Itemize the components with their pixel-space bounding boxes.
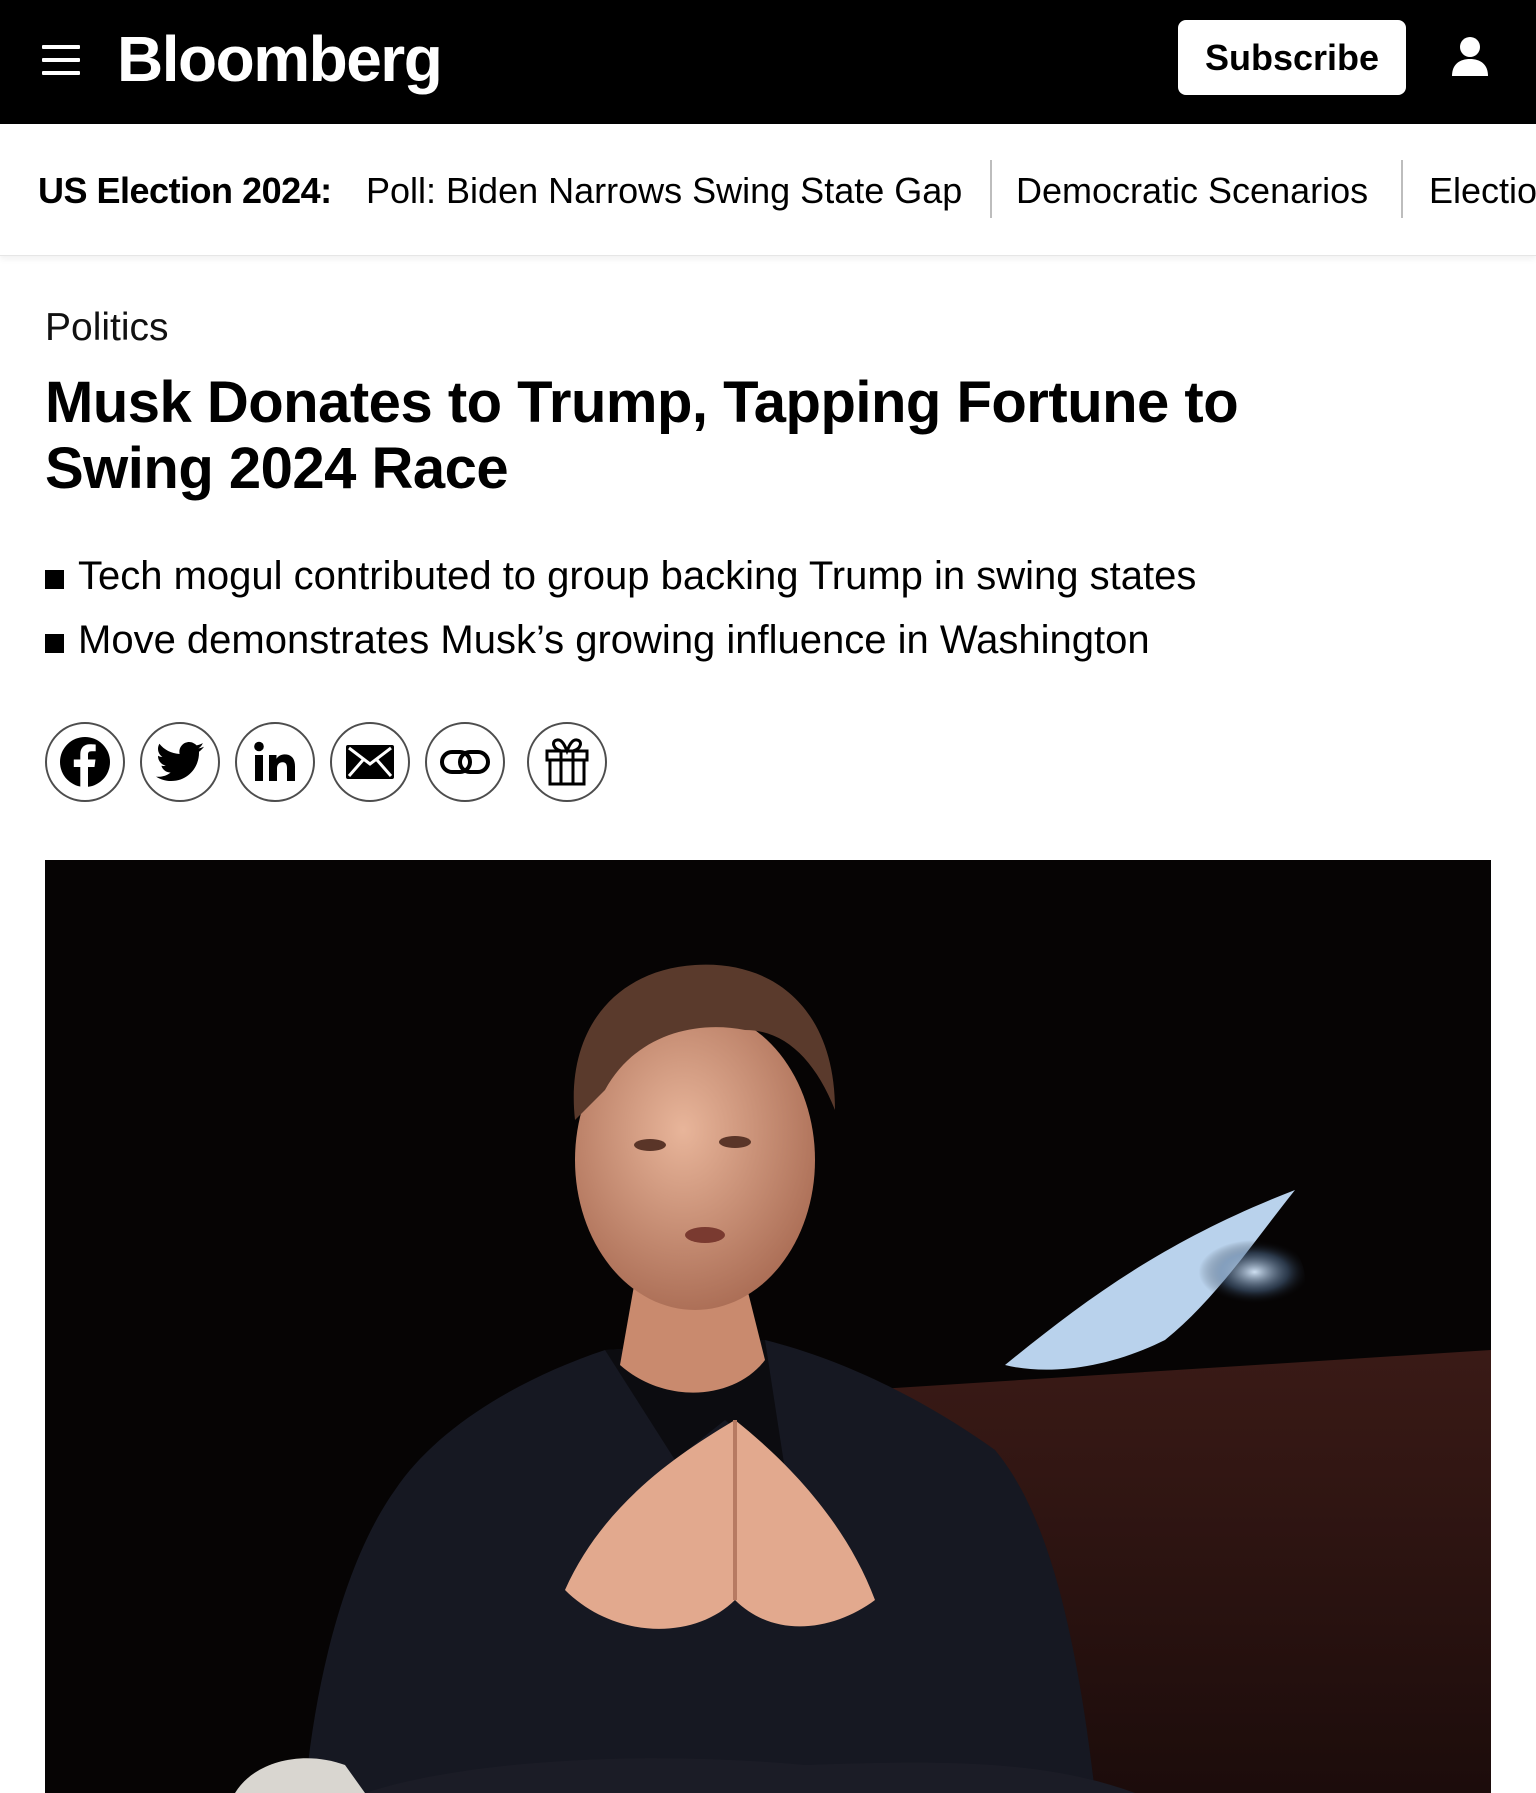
ticker-label: US Election 2024: — [38, 170, 332, 211]
gift-article-button[interactable] — [527, 722, 607, 802]
summary-bullets: Tech mogul contributed to group backing … — [45, 552, 1196, 680]
bullet-text: Tech mogul contributed to group backing … — [78, 554, 1197, 598]
section-kicker[interactable]: Politics — [45, 306, 169, 350]
account-icon[interactable] — [1450, 36, 1490, 78]
twitter-icon — [156, 742, 204, 782]
bullet-square-icon — [45, 634, 64, 653]
article-page: Bloomberg Subscribe US Election 2024: Po… — [0, 0, 1536, 1793]
lead-photo — [45, 860, 1491, 1793]
share-facebook-button[interactable] — [45, 722, 125, 802]
link-icon — [439, 749, 491, 775]
subscribe-button[interactable]: Subscribe — [1178, 20, 1406, 95]
ticker-link-democratic-scenarios[interactable]: Democratic Scenarios — [1016, 170, 1368, 212]
share-twitter-button[interactable] — [140, 722, 220, 802]
headline-line: Musk Donates to Trump, Tapping Fortune t… — [45, 370, 1239, 435]
gift-icon — [541, 736, 593, 788]
headline-line: Swing 2024 Race — [45, 436, 509, 501]
email-icon — [344, 743, 396, 781]
top-bar: Bloomberg Subscribe — [0, 0, 1536, 124]
share-linkedin-button[interactable] — [235, 722, 315, 802]
logo[interactable]: Bloomberg — [117, 22, 443, 96]
bullet-square-icon — [45, 570, 64, 589]
copy-link-button[interactable] — [425, 722, 505, 802]
ticker-link-election[interactable]: Electio — [1429, 170, 1536, 212]
summary-bullet: Tech mogul contributed to group backing … — [45, 552, 1196, 616]
ticker-divider — [1401, 160, 1403, 218]
summary-bullet: Move demonstrates Musk’s growing influen… — [45, 616, 1196, 680]
menu-icon[interactable] — [42, 45, 80, 75]
facebook-icon — [59, 736, 111, 788]
election-ticker: US Election 2024: Poll: Biden Narrows Sw… — [0, 124, 1536, 256]
headline: Musk Donates to Trump, Tapping Fortune t… — [45, 370, 1425, 502]
bullet-text: Move demonstrates Musk’s growing influen… — [78, 618, 1150, 662]
ticker-divider — [990, 160, 992, 218]
share-email-button[interactable] — [330, 722, 410, 802]
ticker-link-poll[interactable]: Poll: Biden Narrows Swing State Gap — [366, 170, 962, 212]
linkedin-icon — [253, 741, 297, 783]
